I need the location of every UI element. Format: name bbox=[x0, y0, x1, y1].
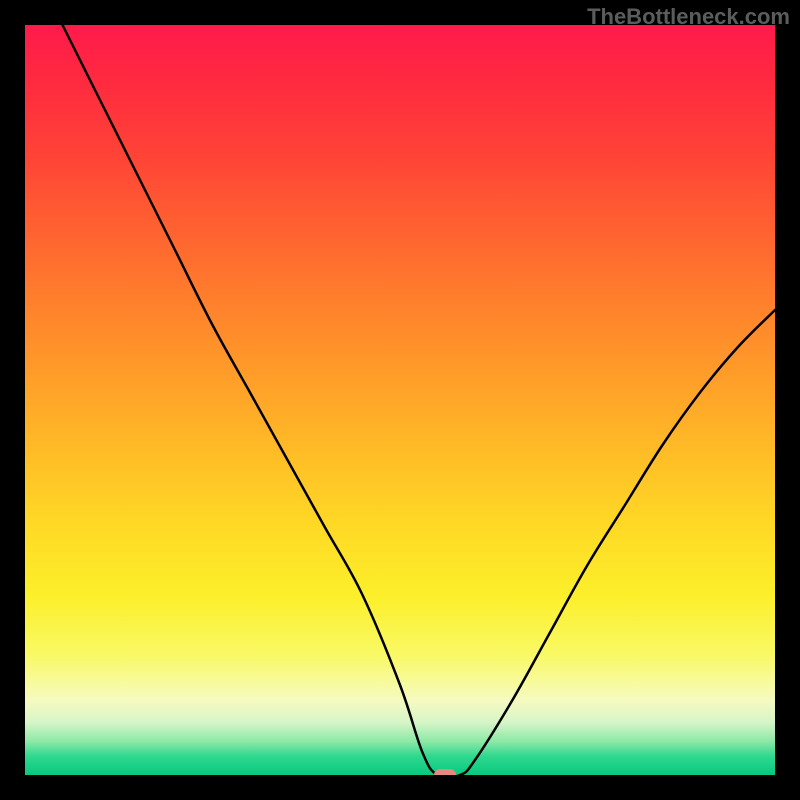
watermark-text: TheBottleneck.com bbox=[587, 4, 790, 30]
bottleneck-curve bbox=[25, 25, 775, 775]
plot-area bbox=[25, 25, 775, 775]
minimum-marker bbox=[434, 769, 456, 775]
chart-frame: TheBottleneck.com bbox=[0, 0, 800, 800]
